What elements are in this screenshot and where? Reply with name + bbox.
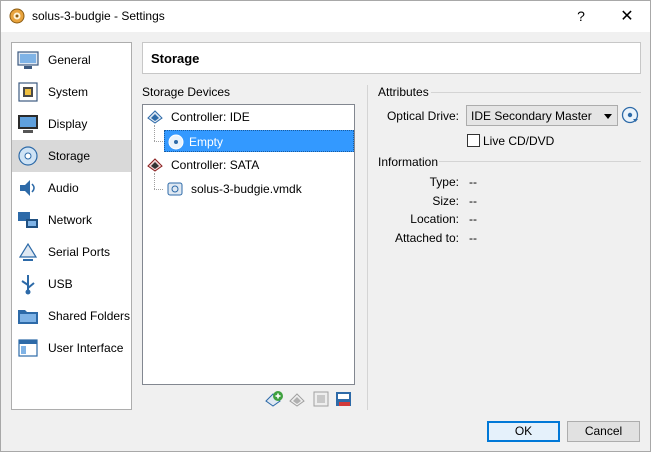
storage-devices-title: Storage Devices bbox=[142, 85, 231, 99]
attributes-title: Attributes bbox=[378, 85, 429, 99]
sidebar-item-label: System bbox=[48, 85, 89, 99]
sidebar-item-label: Serial Ports bbox=[48, 245, 111, 259]
chevron-down-icon bbox=[604, 114, 612, 119]
sidebar-item-network[interactable]: Network bbox=[12, 204, 131, 236]
sidebar-item-user-interface[interactable]: User Interface bbox=[12, 332, 131, 364]
shared-folders-icon bbox=[18, 310, 38, 324]
user-interface-icon bbox=[18, 339, 38, 357]
hard-disk-icon bbox=[167, 182, 183, 196]
tree-connector bbox=[154, 125, 155, 141]
tree-node-label: solus-3-budgie.vmdk bbox=[191, 182, 302, 196]
tree-node-ide-controller[interactable]: Controller: IDE bbox=[147, 106, 347, 128]
sidebar-item-storage[interactable]: Storage bbox=[12, 140, 131, 172]
sidebar-item-shared-folders[interactable]: Shared Folders bbox=[12, 300, 131, 332]
information-title: Information bbox=[378, 155, 439, 169]
cancel-button[interactable]: Cancel bbox=[567, 421, 640, 442]
info-value-size: -- bbox=[469, 194, 477, 208]
close-button[interactable]: ✕ bbox=[604, 1, 650, 32]
info-value-type: -- bbox=[469, 175, 477, 189]
optical-drive-select[interactable]: IDE Secondary Master bbox=[466, 105, 618, 126]
tree-node-label: Controller: IDE bbox=[171, 110, 250, 124]
tree-node-empty-optical[interactable]: Empty bbox=[164, 130, 354, 152]
ide-controller-icon bbox=[147, 110, 163, 124]
tree-connector bbox=[154, 189, 163, 190]
sata-controller-icon bbox=[147, 158, 163, 172]
info-value-location: -- bbox=[469, 212, 477, 226]
sidebar-item-audio[interactable]: Audio bbox=[12, 172, 131, 204]
virtualbox-app-icon bbox=[9, 8, 25, 24]
page-title-box: Storage bbox=[142, 42, 641, 74]
sidebar-item-serial-ports[interactable]: Serial Ports bbox=[12, 236, 131, 268]
sidebar-item-display[interactable]: Display bbox=[12, 108, 131, 140]
tree-connector bbox=[154, 173, 155, 189]
info-label-size: Size: bbox=[432, 194, 459, 208]
sidebar-item-label: General bbox=[48, 53, 91, 67]
sidebar-item-label: User Interface bbox=[48, 341, 124, 355]
tree-connector bbox=[154, 141, 163, 142]
optical-drive-value: IDE Secondary Master bbox=[471, 109, 592, 123]
optical-disc-icon bbox=[168, 134, 184, 150]
usb-icon bbox=[21, 275, 35, 295]
sidebar-item-label: Audio bbox=[48, 181, 79, 195]
info-value-attached-to: -- bbox=[469, 231, 477, 245]
settings-dialog: solus-3-budgie - Settings ? ✕ General Sy… bbox=[0, 0, 651, 452]
tree-node-label: Controller: SATA bbox=[171, 158, 260, 172]
storage-tree[interactable]: Controller: IDE Empty Controller: SATA s… bbox=[142, 104, 355, 385]
sidebar-item-label: Network bbox=[48, 213, 93, 227]
live-cd-checkbox[interactable] bbox=[467, 134, 480, 147]
attributes-divider bbox=[431, 92, 641, 93]
help-button[interactable]: ? bbox=[558, 1, 604, 32]
audio-icon bbox=[20, 180, 35, 196]
general-icon bbox=[17, 51, 39, 69]
tree-node-vmdk-disk[interactable]: solus-3-budgie.vmdk bbox=[167, 178, 347, 200]
add-attachment-icon[interactable] bbox=[265, 390, 283, 408]
remove-controller-icon[interactable] bbox=[289, 390, 307, 408]
sidebar-item-label: Shared Folders bbox=[48, 309, 131, 323]
sidebar-item-system[interactable]: System bbox=[12, 76, 131, 108]
tree-node-label: Empty bbox=[189, 135, 224, 149]
window-title: solus-3-budgie - Settings bbox=[32, 9, 165, 23]
category-list: General System Display Storage Audio Net… bbox=[11, 42, 132, 410]
remove-attachment-icon[interactable] bbox=[335, 390, 353, 408]
tree-node-sata-controller[interactable]: Controller: SATA bbox=[147, 154, 347, 176]
live-cd-label[interactable]: Live CD/DVD bbox=[483, 134, 554, 148]
info-label-attached-to: Attached to: bbox=[394, 231, 459, 245]
info-label-location: Location: bbox=[410, 212, 459, 226]
storage-icon bbox=[18, 146, 38, 166]
sidebar-item-label: Display bbox=[48, 117, 88, 131]
sidebar-item-label: USB bbox=[48, 277, 73, 291]
sidebar-item-label: Storage bbox=[48, 149, 91, 163]
sidebar-item-usb[interactable]: USB bbox=[12, 268, 131, 300]
optical-drive-label: Optical Drive: bbox=[386, 109, 459, 123]
add-controller-icon[interactable] bbox=[312, 390, 330, 408]
system-icon bbox=[18, 82, 38, 102]
title-bar: solus-3-budgie - Settings ? ✕ bbox=[1, 1, 650, 32]
serial-ports-icon bbox=[18, 242, 38, 261]
choose-disk-icon[interactable] bbox=[621, 106, 639, 124]
information-divider bbox=[439, 161, 641, 162]
page-title: Storage bbox=[151, 51, 200, 66]
ok-button[interactable]: OK bbox=[487, 421, 560, 442]
network-icon bbox=[18, 212, 38, 228]
display-icon bbox=[18, 115, 38, 133]
panel-separator bbox=[367, 85, 368, 410]
sidebar-item-general[interactable]: General bbox=[12, 44, 131, 76]
info-label-type: Type: bbox=[429, 175, 459, 189]
